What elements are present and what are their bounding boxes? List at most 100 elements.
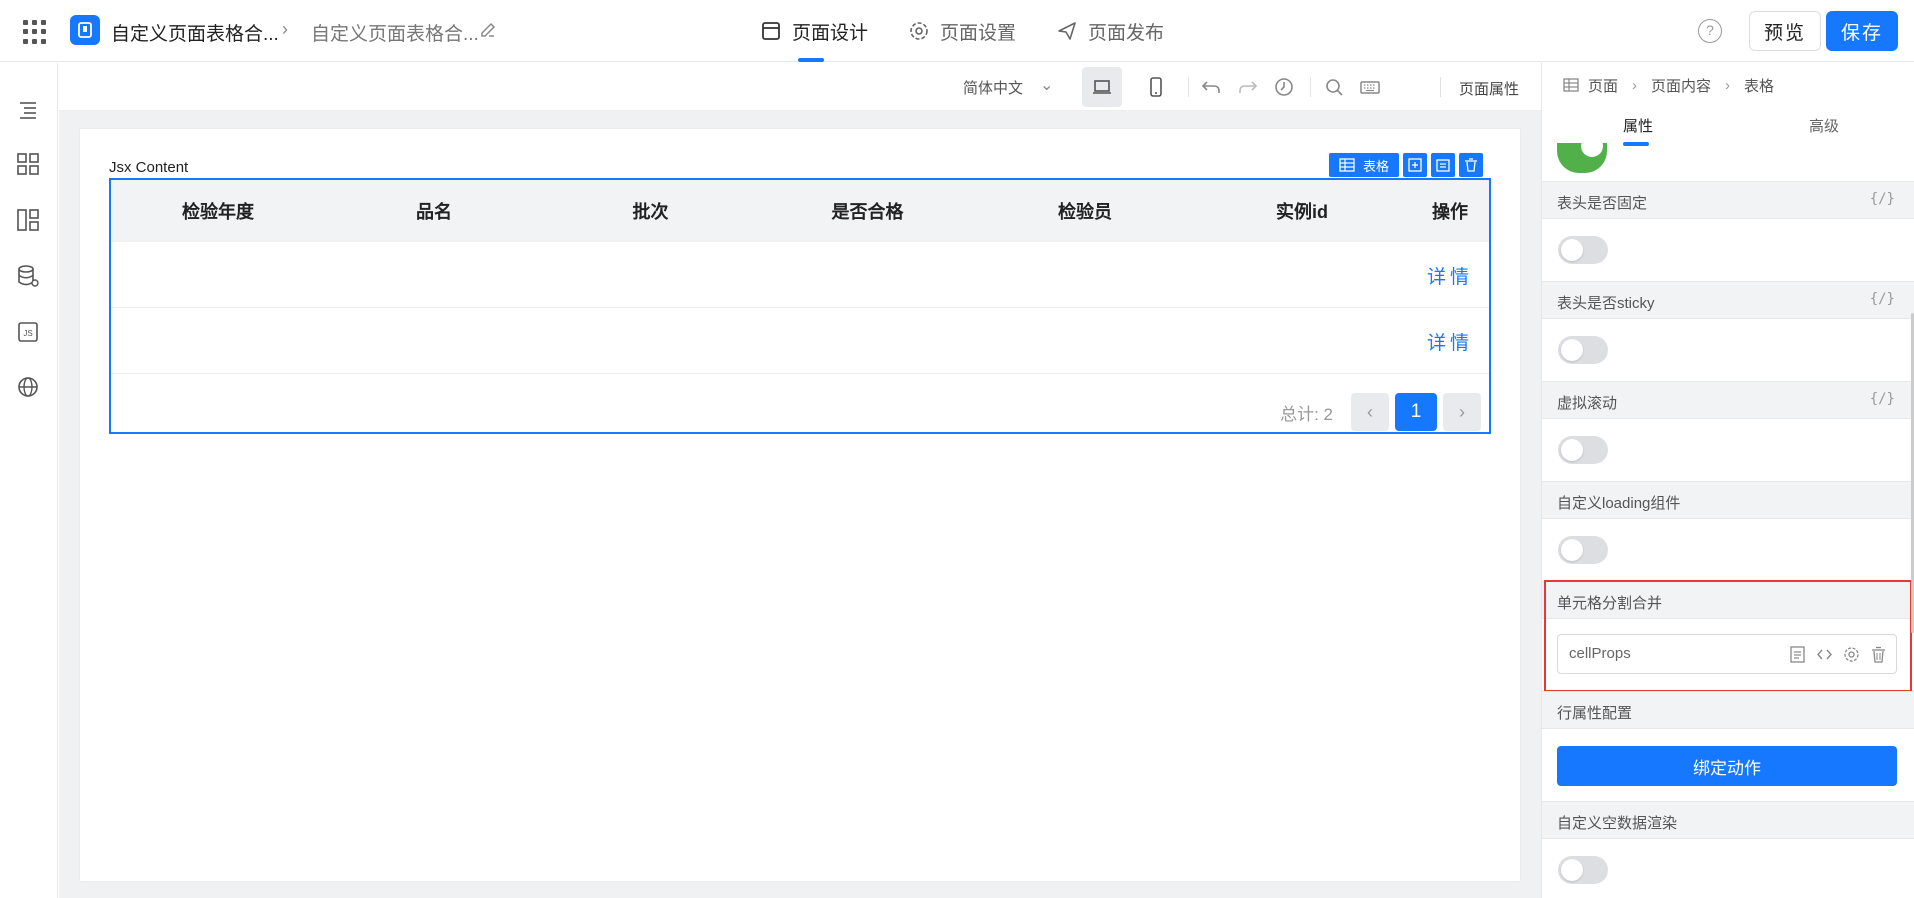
active-tab-indicator [1623, 142, 1649, 146]
properties-panel: 页面 › 页面内容 › 表格 属性 高级 表头是否固定 {/} 表头是否stic… [1541, 63, 1914, 898]
app-grid-icon[interactable] [23, 20, 47, 44]
custom-loading-toggle[interactable] [1558, 536, 1608, 564]
jsx-content-label: Jsx Content [109, 159, 189, 176]
datasource-icon[interactable] [14, 262, 42, 290]
copy-icon [1436, 159, 1450, 172]
help-icon[interactable]: ? [1698, 19, 1722, 43]
tab-label: 页面设置 [940, 22, 1017, 44]
tab-label: 页面设计 [792, 22, 869, 44]
tab-label: 页面发布 [1088, 22, 1165, 44]
detail-link[interactable]: 详情 [1427, 262, 1473, 289]
column-header[interactable]: 实例id [1193, 180, 1411, 242]
table-row: 详情 [111, 242, 1489, 308]
bind-action-button[interactable]: 绑定动作 [1557, 746, 1897, 786]
main-tabs: 页面设计 页面设置 页面发布 [760, 0, 1164, 62]
virtual-scroll-toggle[interactable] [1558, 436, 1608, 464]
component-tag[interactable]: 表格 [1329, 153, 1400, 177]
current-page-button[interactable]: 1 [1395, 393, 1437, 431]
delete-component-button[interactable] [1459, 153, 1484, 177]
copy-component-button[interactable] [1431, 153, 1456, 177]
expression-toggle-icon[interactable]: {/} [1870, 191, 1895, 207]
component-tag-label: 表格 [1363, 158, 1390, 174]
toggle-switch-on[interactable] [1557, 143, 1607, 173]
breadcrumb-item[interactable]: 页面内容 [1651, 75, 1711, 96]
language-select[interactable]: 简体中文 [963, 77, 1023, 98]
breadcrumb: 页面 › 页面内容 › 表格 [1562, 73, 1774, 97]
page-canvas: Jsx Content 表格 检验年度 品名 批次 是否合格 检验员 实例id … [80, 129, 1520, 881]
pagination: 总计: 2 ‹ 1 › [1280, 393, 1481, 431]
column-header[interactable]: 检验员 [977, 180, 1193, 242]
expression-toggle-icon[interactable]: {/} [1870, 291, 1895, 307]
section-header: 表头是否sticky {/} [1542, 281, 1914, 319]
column-header[interactable]: 批次 [543, 180, 758, 242]
breadcrumb-item[interactable]: 表格 [1744, 75, 1774, 96]
globe-icon[interactable] [14, 373, 42, 401]
search-icon[interactable] [1322, 75, 1346, 99]
section-label: 自定义loading组件 [1557, 495, 1681, 512]
section-label: 表头是否sticky [1557, 295, 1655, 312]
chevron-right-icon: › [1725, 76, 1731, 94]
prev-page-button[interactable]: ‹ [1351, 393, 1389, 431]
breadcrumb-separator-icon: › [282, 19, 288, 39]
design-canvas-area: 简体中文 ⌄ 页面属性 Jsx Content 表格 检验年度 品名 批次 是否… [59, 63, 1541, 898]
outline-icon[interactable] [14, 96, 42, 124]
preview-button[interactable]: 预览 [1749, 11, 1821, 51]
sticky-header-toggle[interactable] [1558, 336, 1608, 364]
section-header: 自定义空数据渲染 [1542, 801, 1914, 839]
section-label: 行属性配置 [1557, 705, 1633, 722]
tab-page-settings[interactable]: 页面设置 [908, 0, 1016, 62]
js-icon[interactable]: JS [14, 318, 42, 346]
undo-icon[interactable] [1199, 75, 1223, 99]
divider [1310, 77, 1311, 97]
table-icon [1339, 158, 1355, 172]
section-header: 虚拟滚动 {/} [1542, 381, 1914, 419]
mobile-view-button[interactable] [1136, 67, 1176, 107]
table-icon [1563, 78, 1579, 92]
fixed-header-toggle[interactable] [1558, 236, 1608, 264]
column-header[interactable]: 操作 [1411, 180, 1489, 242]
chevron-down-icon[interactable]: ⌄ [1040, 75, 1053, 95]
components-icon[interactable] [14, 150, 42, 178]
layout-icon [762, 22, 780, 40]
tab-page-design[interactable]: 页面设计 [760, 0, 868, 62]
page-title[interactable]: 自定义页面表格合... [311, 19, 479, 46]
next-page-button[interactable]: › [1443, 393, 1481, 431]
app-logo-icon [70, 15, 100, 45]
section-label: 自定义空数据渲染 [1557, 815, 1678, 832]
send-icon [1058, 22, 1076, 40]
save-button[interactable]: 保存 [1826, 11, 1898, 51]
keyboard-icon[interactable] [1358, 75, 1382, 99]
column-header[interactable]: 检验年度 [111, 180, 325, 242]
tab-properties[interactable]: 属性 [1623, 115, 1653, 136]
divider [1188, 77, 1189, 97]
section-header: 行属性配置 [1542, 691, 1914, 729]
page-properties-link[interactable]: 页面属性 [1459, 78, 1519, 99]
add-component-button[interactable] [1403, 153, 1428, 177]
tab-advanced[interactable]: 高级 [1809, 115, 1839, 136]
desktop-view-button[interactable] [1082, 67, 1122, 107]
table-row: 详情 [111, 308, 1489, 374]
section-header: 表头是否固定 {/} [1542, 181, 1914, 219]
section-label: 虚拟滚动 [1557, 395, 1618, 412]
layout-icon[interactable] [14, 206, 42, 234]
breadcrumb-item[interactable]: 页面 [1588, 75, 1618, 96]
app-title[interactable]: 自定义页面表格合... [111, 19, 279, 46]
column-header[interactable]: 是否合格 [758, 180, 977, 242]
expression-toggle-icon[interactable]: {/} [1870, 391, 1895, 407]
custom-empty-render-toggle[interactable] [1558, 856, 1608, 884]
section-header: 自定义loading组件 [1542, 481, 1914, 519]
detail-link[interactable]: 详情 [1427, 328, 1473, 355]
tab-page-publish[interactable]: 页面发布 [1056, 0, 1164, 62]
history-icon[interactable] [1272, 75, 1296, 99]
redo-icon[interactable] [1236, 75, 1260, 99]
svg-text:JS: JS [23, 329, 32, 338]
add-icon [1408, 158, 1422, 172]
column-header[interactable]: 品名 [325, 180, 543, 242]
section-label: 表头是否固定 [1557, 195, 1648, 212]
data-table[interactable]: 检验年度 品名 批次 是否合格 检验员 实例id 操作 详情 详情 总计: 2 … [109, 178, 1491, 434]
laptop-icon [1093, 80, 1111, 94]
trash-icon [1465, 158, 1478, 172]
edit-icon[interactable] [479, 21, 497, 39]
chevron-right-icon: › [1632, 76, 1638, 94]
left-rail: JS [0, 63, 58, 898]
